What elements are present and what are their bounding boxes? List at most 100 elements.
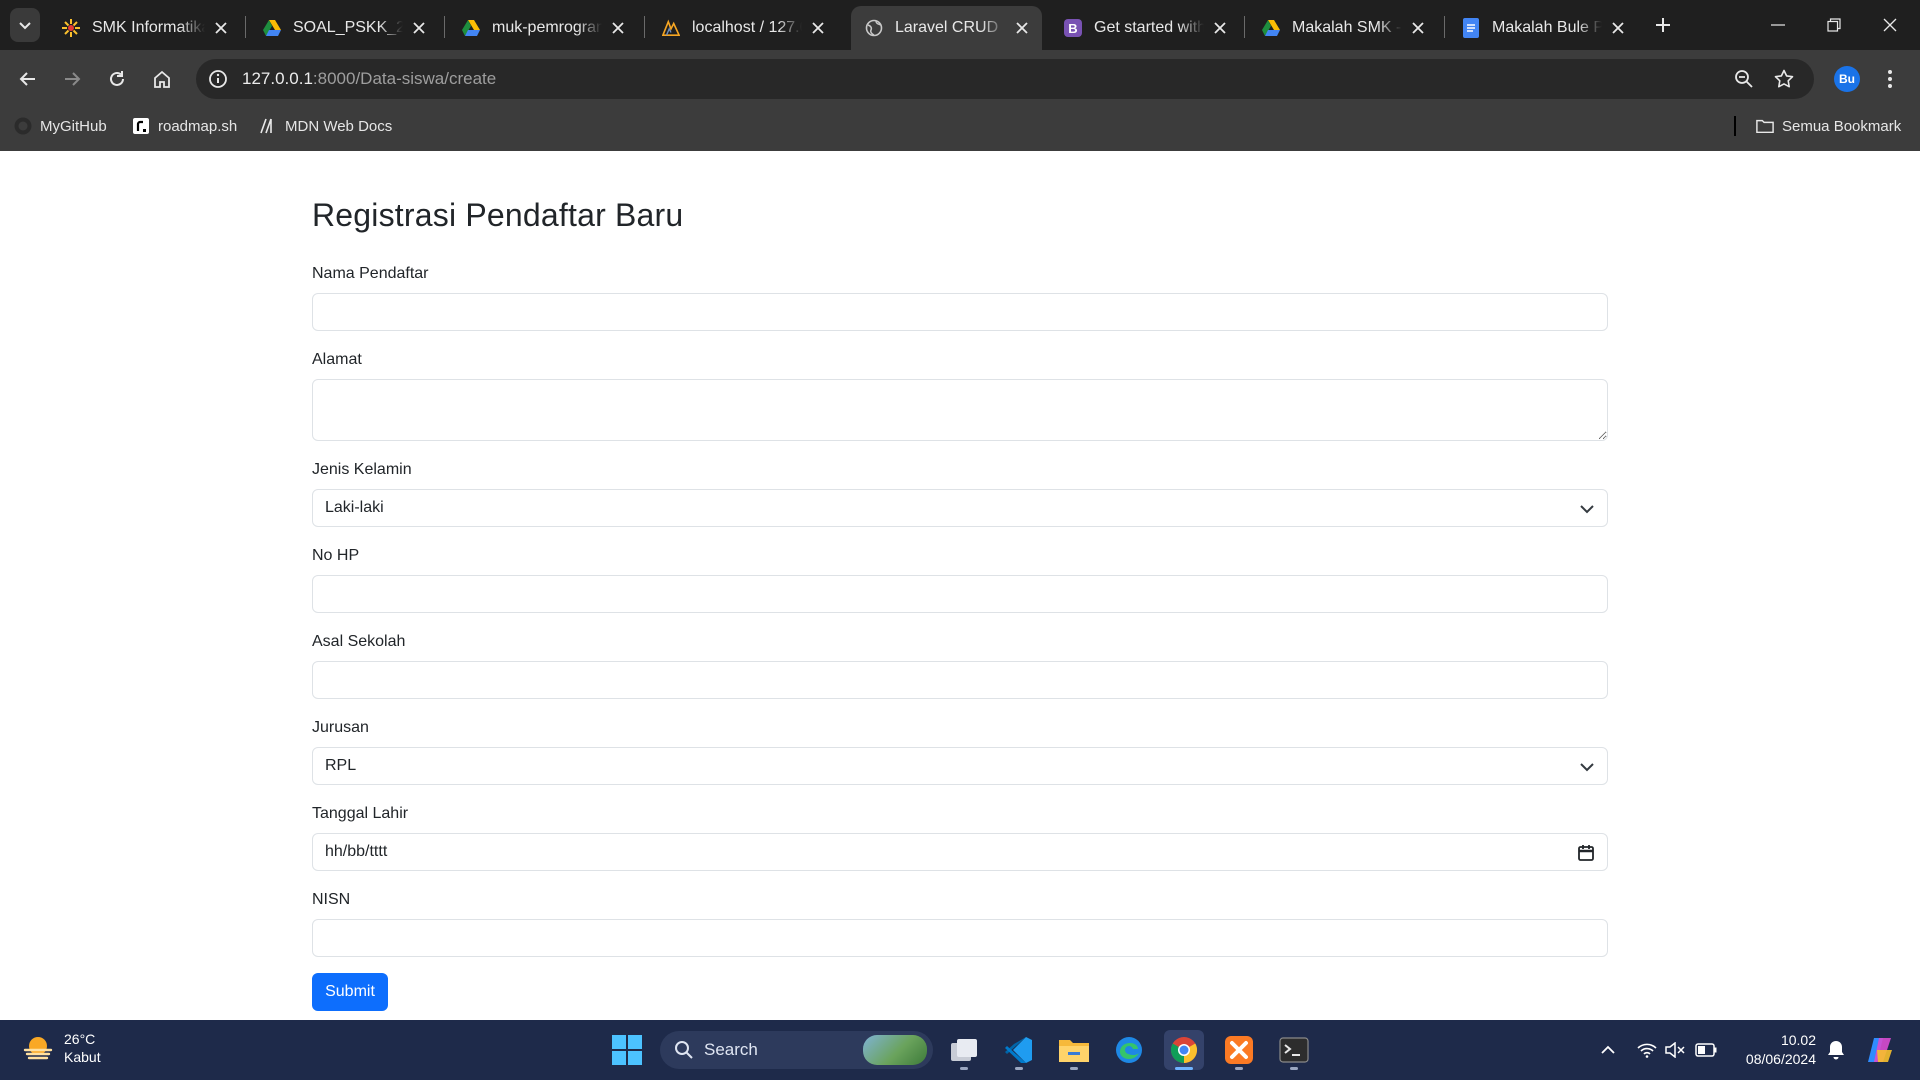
google-docs-icon — [1462, 18, 1480, 38]
weather-temp: 26°C — [64, 1031, 96, 1047]
site-info-icon[interactable] — [206, 67, 230, 91]
profile-avatar[interactable]: Bu — [1834, 66, 1860, 92]
copilot-icon — [1868, 1038, 1892, 1062]
close-window-button[interactable] — [1862, 0, 1918, 50]
tray-overflow-button[interactable] — [1597, 1039, 1619, 1061]
notifications-button[interactable] — [1825, 1039, 1847, 1061]
browser-tab-strip: SMK Informatika SOAL_PSKK_2024 muk-pemro… — [0, 0, 1920, 50]
jenis-kelamin-select[interactable]: Laki-laki — [312, 489, 1608, 527]
address-bar[interactable]: 127.0.0.1:8000/Data-siswa/create — [196, 59, 1814, 99]
close-tab-icon[interactable] — [1408, 18, 1428, 38]
no-hp-input[interactable] — [312, 575, 1608, 613]
browser-menu-button[interactable] — [1876, 65, 1904, 93]
home-button[interactable] — [146, 63, 178, 95]
browser-tab-makalah-bule[interactable]: Makalah Bule PA — [1448, 6, 1638, 50]
browser-tab-laravel-crud[interactable]: Laravel CRUD — [851, 6, 1042, 50]
taskbar-chrome[interactable] — [1164, 1030, 1204, 1070]
chrome-icon — [1170, 1037, 1198, 1064]
browser-tab-localhost[interactable]: localhost / 127.0 — [648, 6, 838, 50]
weather-widget[interactable]: 26°C Kabut — [22, 1030, 101, 1066]
date-placeholder: hh/bb/tttt — [325, 843, 388, 860]
jenis-kelamin-value: Laki-laki — [325, 499, 384, 516]
system-clock[interactable]: 10.02 08/06/2024 — [1734, 1031, 1816, 1069]
reload-button[interactable] — [101, 63, 133, 95]
bookmarks-divider — [1734, 116, 1736, 136]
bookmark-mygithub[interactable]: MyGitHub — [14, 108, 107, 144]
taskbar-terminal[interactable] — [1274, 1030, 1314, 1070]
tab-separator — [1444, 16, 1445, 38]
tab-search-button[interactable] — [10, 8, 40, 42]
restore-window-button[interactable] — [1806, 0, 1862, 50]
close-tab-icon[interactable] — [211, 18, 231, 38]
more-vertical-icon — [1888, 70, 1892, 88]
url-text[interactable]: 127.0.0.1:8000/Data-siswa/create — [242, 59, 496, 99]
running-indicator — [960, 1067, 968, 1070]
battery-button[interactable] — [1695, 1039, 1717, 1061]
browser-tab-soal-pskk[interactable]: SOAL_PSKK_2024 — [249, 6, 439, 50]
close-icon — [1883, 18, 1897, 32]
phpmyadmin-icon — [662, 19, 680, 37]
taskbar-search[interactable]: Search — [660, 1031, 933, 1069]
browser-tab-get-started-bootstrap[interactable]: B Get started with — [1050, 6, 1240, 50]
page-content: Registrasi Pendaftar Baru Nama Pendaftar… — [0, 151, 1920, 1020]
taskbar-edge[interactable] — [1109, 1030, 1149, 1070]
nisn-label: NISN — [312, 891, 351, 908]
taskbar-task-view[interactable] — [944, 1030, 984, 1070]
minimize-window-button[interactable] — [1750, 0, 1806, 50]
zoom-icon[interactable] — [1732, 67, 1756, 91]
all-bookmarks-button[interactable]: Semua Bookmark — [1756, 108, 1901, 144]
submit-button[interactable]: Submit — [312, 973, 388, 1011]
windows-taskbar: 26°C Kabut Search 10.02 08/06/2024 — [0, 1020, 1920, 1080]
start-button[interactable] — [612, 1035, 642, 1065]
tab-title: Makalah SMK - C — [1292, 19, 1402, 36]
calendar-icon[interactable] — [1577, 844, 1595, 862]
bookmark-label: MDN Web Docs — [285, 117, 393, 135]
browser-toolbar: 127.0.0.1:8000/Data-siswa/create Bu — [0, 50, 1920, 108]
all-bookmarks-label: Semua Bookmark — [1782, 117, 1902, 135]
bookmark-roadmap[interactable]: roadmap.sh — [132, 108, 237, 144]
running-indicator — [1015, 1067, 1023, 1070]
bookmarks-bar: MyGitHub roadmap.sh MDN Web Docs Semua B… — [0, 108, 1920, 151]
alamat-textarea[interactable] — [312, 379, 1608, 441]
close-tab-icon[interactable] — [409, 18, 429, 38]
taskbar-file-explorer[interactable] — [1054, 1030, 1094, 1070]
wifi-button[interactable] — [1636, 1039, 1658, 1061]
new-tab-button[interactable] — [1649, 11, 1677, 39]
folder-icon — [1756, 117, 1774, 135]
close-tab-icon[interactable] — [1012, 18, 1032, 38]
clock-time: 10.02 — [1780, 1032, 1816, 1048]
tab-title: localhost / 127.0 — [692, 19, 802, 36]
smk-logo-icon — [62, 19, 80, 37]
browser-tab-makalah-smk[interactable]: Makalah SMK - C — [1248, 6, 1438, 50]
tab-separator — [444, 16, 445, 38]
page-title: Registrasi Pendaftar Baru — [312, 197, 684, 233]
close-tab-icon[interactable] — [808, 18, 828, 38]
close-tab-icon[interactable] — [608, 18, 628, 38]
copilot-button[interactable] — [1865, 1035, 1895, 1065]
tanggal-lahir-input[interactable]: hh/bb/tttt — [312, 833, 1608, 871]
browser-tab-muk-pemrograman[interactable]: muk-pemrograman — [448, 6, 638, 50]
tab-separator — [1244, 16, 1245, 38]
chevron-down-icon — [1580, 505, 1594, 514]
forward-button[interactable] — [56, 63, 88, 95]
url-path: :8000/Data-siswa/create — [312, 69, 497, 88]
chevron-down-icon — [1580, 763, 1594, 772]
tab-title: Makalah Bule PA — [1492, 19, 1602, 36]
nisn-input[interactable] — [312, 919, 1608, 957]
bookmark-mdn[interactable]: MDN Web Docs — [259, 108, 392, 144]
close-tab-icon[interactable] — [1608, 18, 1628, 38]
active-indicator — [1175, 1067, 1193, 1070]
taskbar-vscode[interactable] — [999, 1030, 1039, 1070]
browser-tab-smk-informatika[interactable]: SMK Informatika — [48, 6, 241, 50]
close-tab-icon[interactable] — [1210, 18, 1230, 38]
nama-input[interactable] — [312, 293, 1608, 331]
asal-sekolah-input[interactable] — [312, 661, 1608, 699]
bookmark-star-icon[interactable] — [1772, 67, 1796, 91]
jurusan-select[interactable]: RPL — [312, 747, 1608, 785]
google-drive-icon — [263, 19, 281, 37]
google-drive-icon — [1262, 19, 1280, 37]
volume-button[interactable] — [1664, 1039, 1686, 1061]
windows-logo-icon — [612, 1035, 642, 1065]
taskbar-xampp[interactable] — [1219, 1030, 1259, 1070]
back-button[interactable] — [12, 63, 44, 95]
